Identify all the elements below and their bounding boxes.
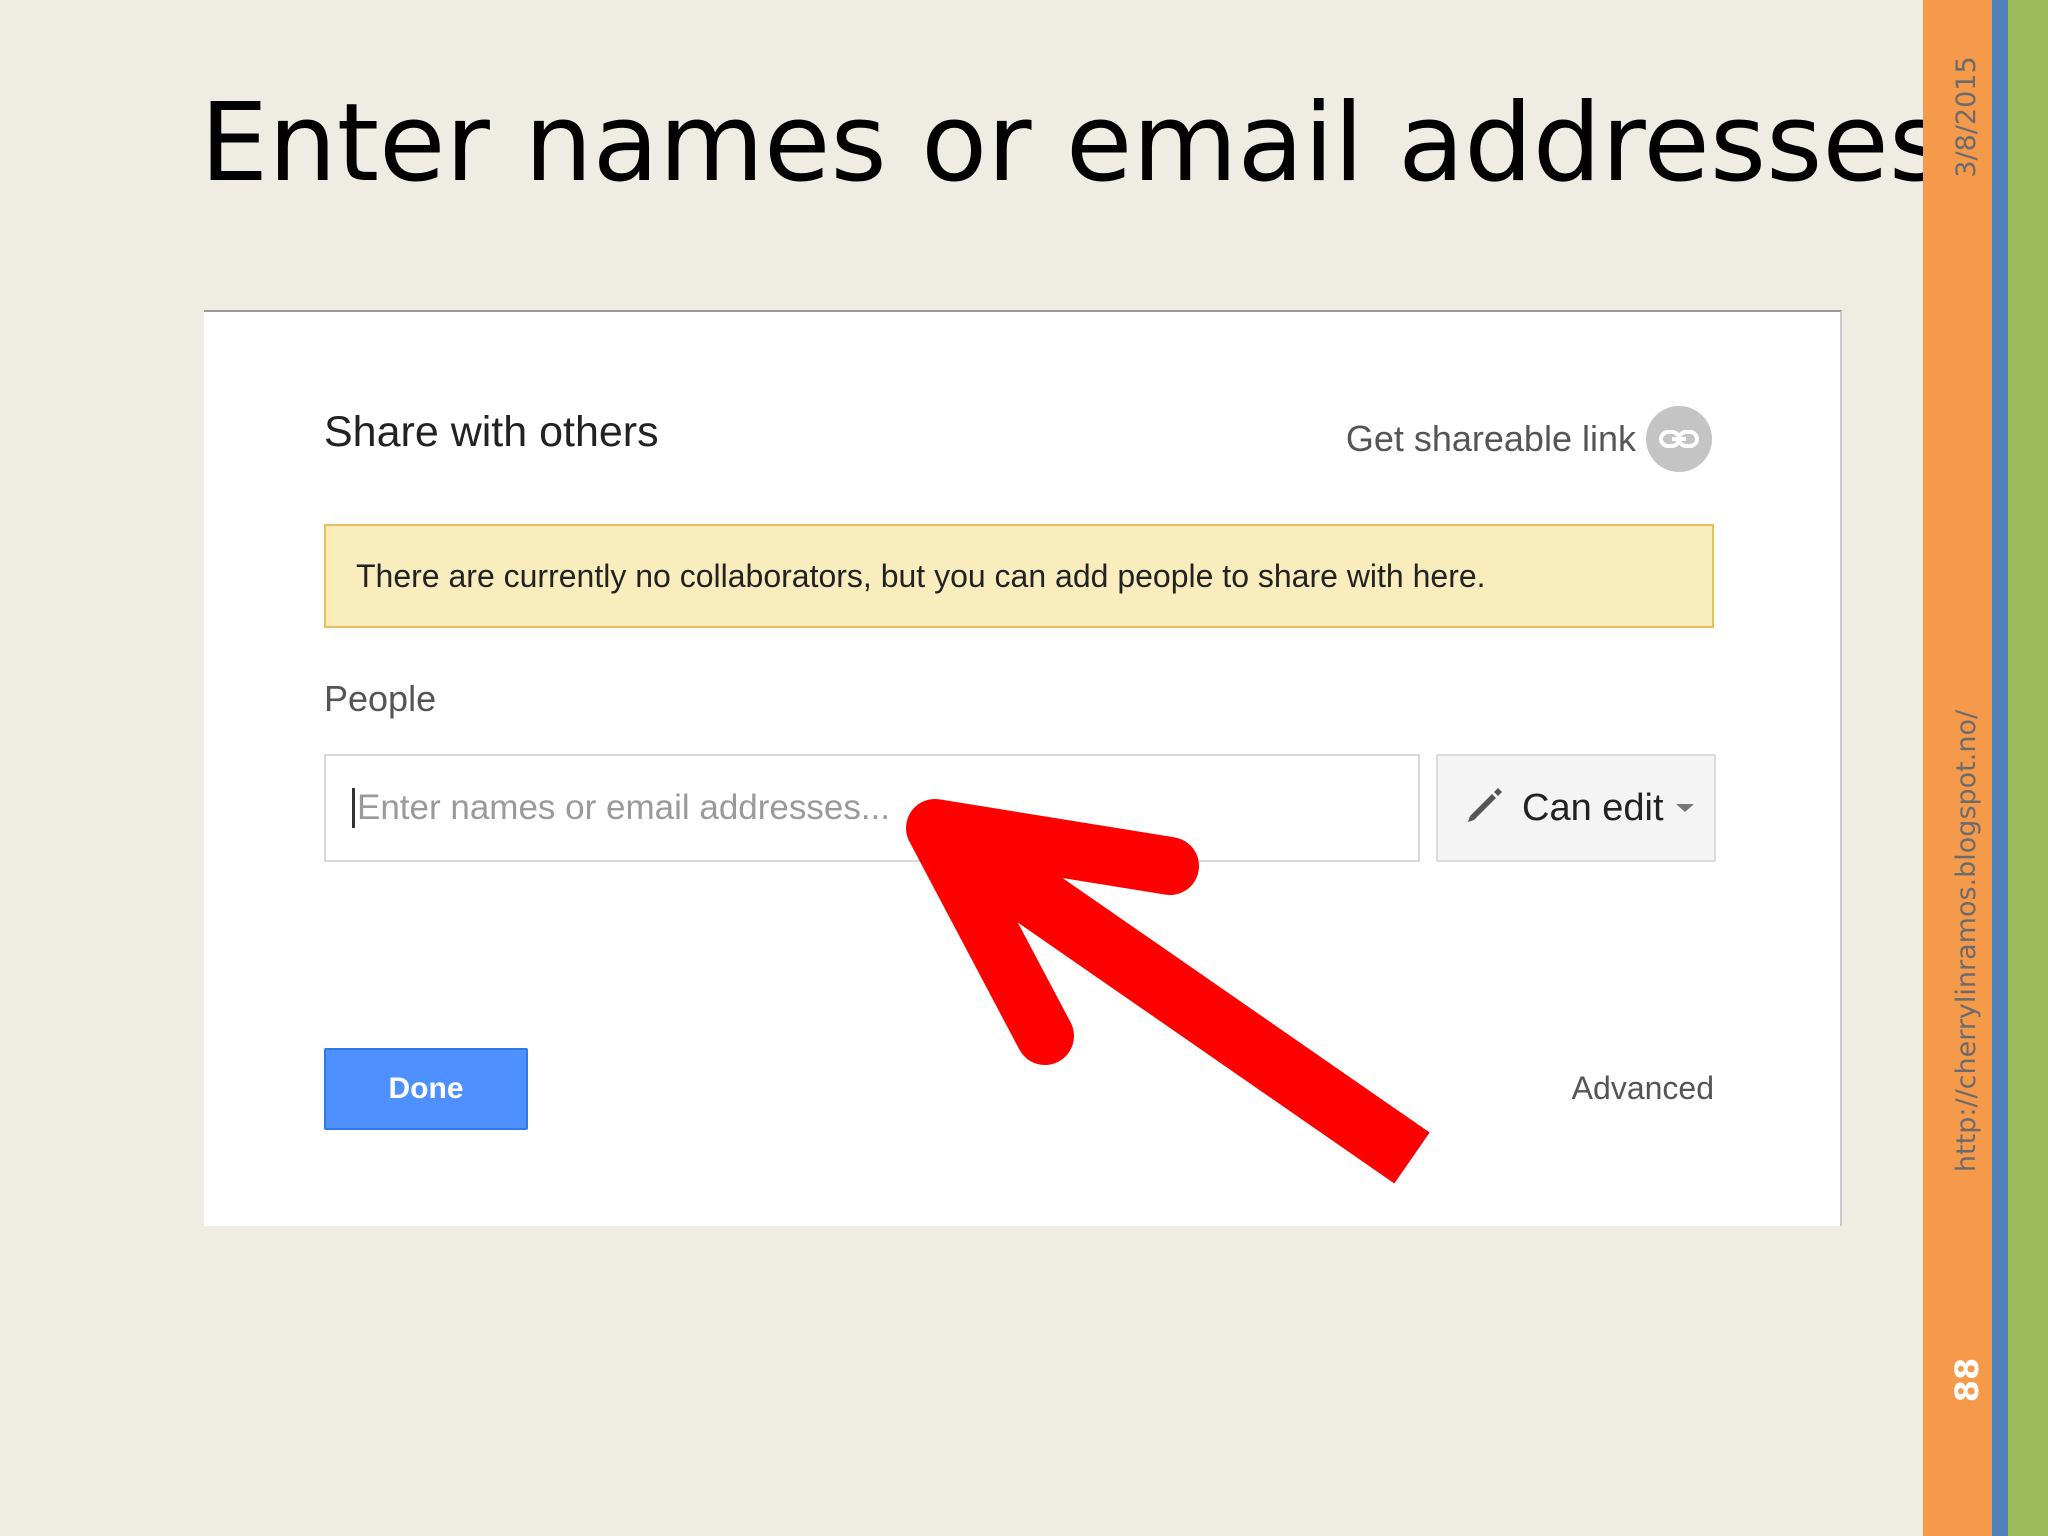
people-input[interactable]: Enter names or email addresses...	[324, 754, 1420, 862]
slide-page-number: 88	[1948, 1357, 1986, 1403]
chevron-down-icon	[1675, 799, 1694, 817]
slide-title: Enter names or email addresses	[200, 81, 1946, 206]
dialog-title: Share with others	[324, 408, 659, 456]
side-bar-green	[2008, 0, 2048, 1536]
link-icon[interactable]	[1646, 406, 1712, 472]
slide-date: 3/8/2015	[1951, 56, 1982, 178]
text-caret	[352, 788, 355, 828]
no-collaborators-notice: There are currently no collaborators, bu…	[324, 524, 1714, 628]
permission-dropdown[interactable]: Can edit	[1436, 754, 1716, 862]
slide-url: http://cherrylinramos.blogspot.no/	[1951, 709, 1982, 1173]
notice-text: There are currently no collaborators, bu…	[356, 557, 1486, 594]
pencil-icon	[1464, 786, 1504, 831]
done-button[interactable]: Done	[324, 1048, 528, 1130]
shareable-link-label: Get shareable link	[1345, 418, 1636, 459]
get-shareable-link-button[interactable]: Get shareable link	[1346, 406, 1712, 472]
advanced-link[interactable]: Advanced	[1572, 1070, 1714, 1107]
share-dialog: Share with others Get shareable link The…	[204, 310, 1842, 1226]
permission-label: Can edit	[1522, 786, 1664, 829]
people-input-placeholder: Enter names or email addresses...	[357, 788, 891, 827]
people-label: People	[324, 678, 437, 719]
side-bar-blue	[1992, 0, 2008, 1536]
